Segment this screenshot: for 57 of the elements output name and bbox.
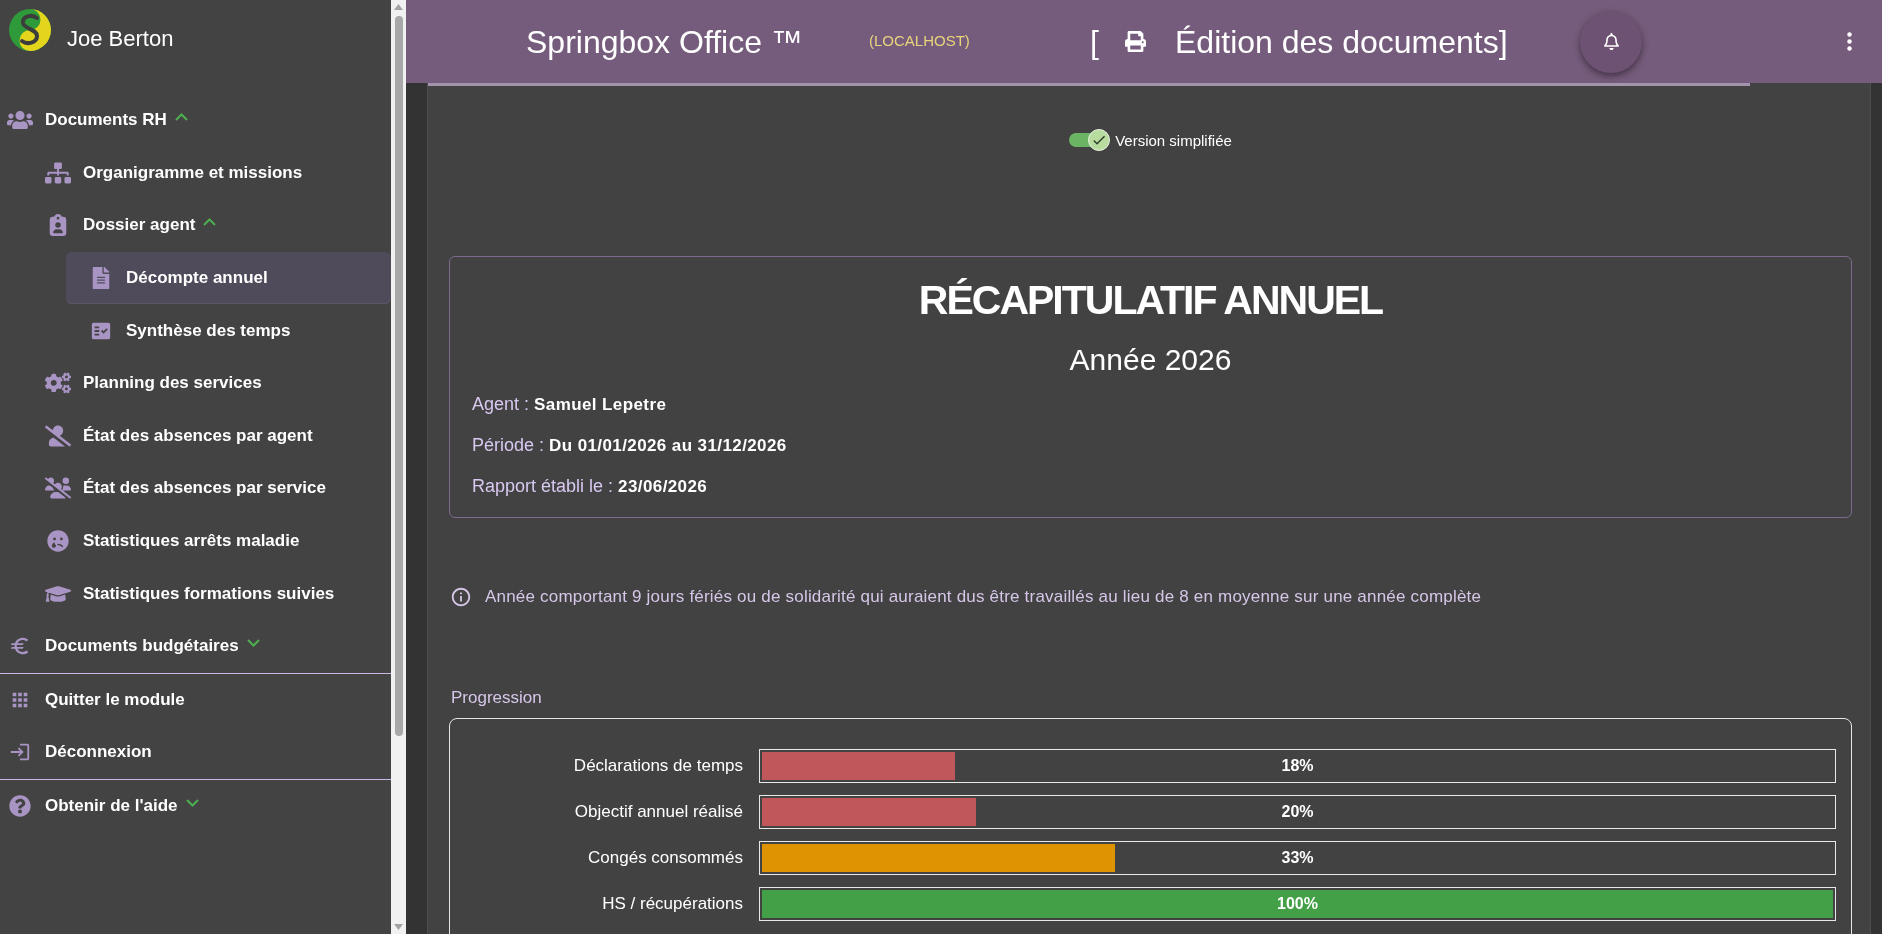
- progress-reading: 100%: [1277, 895, 1318, 913]
- sidebar-item[interactable]: Dossier agent: [0, 199, 391, 252]
- user-name: Joe Berton: [67, 27, 174, 51]
- section-title: Progression: [450, 688, 542, 708]
- field-label: Période :: [472, 434, 545, 457]
- sidebar-item[interactable]: Documents budgétaires: [0, 619, 391, 673]
- progress-label: Objectif annuel réalisé: [574, 802, 743, 822]
- sidebar-item[interactable]: Décompte annuel: [66, 251, 391, 305]
- scroll-down-button[interactable]: [394, 924, 403, 930]
- host-label: (LOCALHOST): [869, 32, 970, 49]
- users-slash-icon: [45, 477, 71, 500]
- toggle-label: Version simplifiée: [1115, 131, 1232, 149]
- info-icon: [450, 586, 472, 608]
- scrollbar[interactable]: [391, 0, 406, 934]
- sidebar-item[interactable]: État des absences par service: [0, 462, 391, 515]
- scrollbar-thumb[interactable]: [394, 16, 403, 736]
- notifications-button[interactable]: [1580, 10, 1642, 73]
- sidebar-item[interactable]: Déconnexion: [0, 726, 391, 779]
- logo-icon: [8, 8, 52, 52]
- gears-icon: [45, 372, 71, 395]
- sidebar-item[interactable]: État des absences par agent: [0, 409, 391, 463]
- sidebar-item[interactable]: Statistiques arrêts maladie: [0, 514, 391, 568]
- progress-label: Congés consommés: [588, 848, 743, 868]
- sidebar-item[interactable]: Documents RH: [0, 94, 391, 147]
- field-value: Samuel Lepetre: [534, 394, 667, 416]
- progress-reading: 18%: [1281, 757, 1314, 775]
- bell-icon: [1602, 33, 1620, 50]
- page-title: Édition des documents]: [1175, 22, 1508, 61]
- scroll-up-button[interactable]: [394, 4, 403, 10]
- sitemap-icon: [45, 161, 71, 184]
- progress-reading: 20%: [1281, 803, 1314, 821]
- progress-label: Déclarations de temps: [573, 756, 743, 776]
- progress-label: HS / récupérations: [602, 894, 743, 914]
- toggle-switch[interactable]: [1069, 129, 1111, 151]
- bracket-text: [: [1090, 22, 1099, 61]
- report-year: Année 2026: [1069, 342, 1232, 378]
- sidebar-item[interactable]: Obtenir de l'aide: [0, 779, 391, 833]
- sidebar-item[interactable]: Organigramme et missions: [0, 146, 391, 200]
- sidebar-item[interactable]: Quitter le module: [0, 673, 391, 727]
- help-icon: [7, 795, 33, 817]
- field-label: Rapport établi le :: [472, 475, 614, 498]
- more-menu-button[interactable]: [1847, 32, 1852, 51]
- report-title: RÉCAPITULATIF ANNUEL: [918, 277, 1383, 323]
- sidebar-item[interactable]: Synthèse des temps: [66, 304, 391, 357]
- user-slash-icon: [45, 424, 71, 447]
- sad-face-icon: [45, 530, 71, 553]
- field-value: 23/06/2026: [618, 476, 708, 498]
- progress-reading: 33%: [1281, 849, 1314, 867]
- sidebar-item[interactable]: Planning des services: [0, 356, 391, 410]
- sidebar-item[interactable]: Statistiques formations suivies: [0, 567, 391, 620]
- more-icon: [1847, 32, 1852, 51]
- field-value: Du 01/01/2026 au 31/12/2026: [549, 435, 787, 457]
- info-text: Année comportant 9 jours fériés ou de solidarité qui auraient dus être travaillés au lieu de 8 en moyenne sur une année complète: [485, 586, 1482, 608]
- printer-icon: [1124, 31, 1147, 52]
- app-title: Springbox Office ™: [526, 22, 803, 61]
- field-label: Agent :: [472, 393, 530, 416]
- users-icon: [7, 109, 33, 132]
